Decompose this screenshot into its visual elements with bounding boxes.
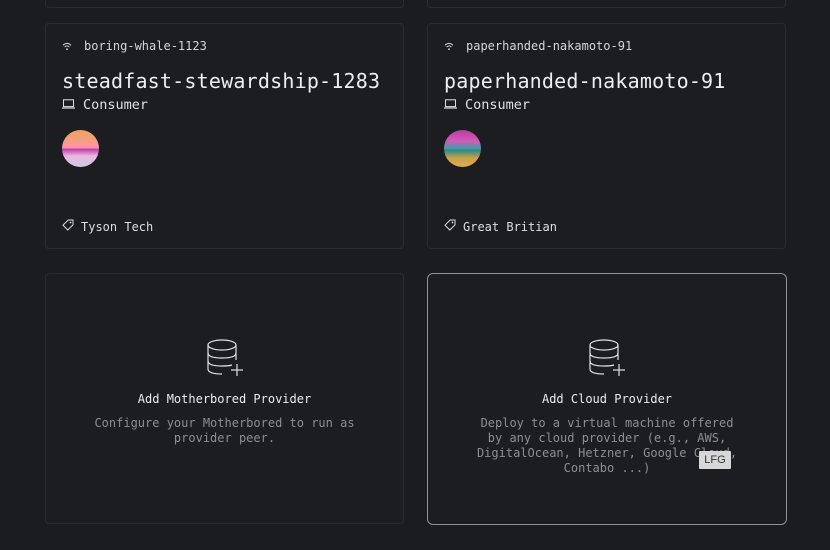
tooltip: LFG: [699, 451, 731, 469]
peer-name: boring-whale-1123: [84, 39, 207, 53]
tag-icon: [62, 219, 74, 234]
role-label: Consumer: [465, 97, 531, 113]
tag-label: Tyson Tech: [81, 219, 154, 234]
role-row: Consumer: [444, 97, 530, 113]
peer-row: boring-whale-1123: [62, 39, 207, 53]
database-plus-icon: [587, 338, 627, 382]
peer-name: paperhanded-nakamoto-91: [466, 39, 633, 53]
add-provider-title: Add Motherbored Provider: [137, 392, 312, 406]
add-provider-description: Configure your Motherbored to run as pro…: [94, 416, 355, 445]
node-card[interactable]: paperhanded-nakamoto-91 paperhanded-naka…: [427, 23, 786, 249]
previous-card-edge: [45, 0, 404, 8]
laptop-icon: [62, 97, 75, 113]
tag-icon: [444, 219, 456, 234]
tag-label: Great Britian: [463, 219, 557, 234]
node-card[interactable]: boring-whale-1123 steadfast-stewardship-…: [45, 23, 404, 249]
laptop-icon: [444, 97, 457, 113]
previous-card-edge: [427, 0, 786, 8]
tag-row: Tyson Tech: [62, 219, 153, 234]
avatar: [444, 130, 481, 167]
add-cloud-provider-card[interactable]: Add Cloud Provider Deploy to a virtual m…: [427, 273, 787, 525]
database-plus-icon: [205, 338, 245, 382]
tag-row: Great Britian: [444, 219, 557, 234]
wifi-icon: [62, 42, 72, 51]
avatar: [62, 130, 99, 167]
wifi-icon: [444, 42, 454, 51]
role-row: Consumer: [62, 97, 148, 113]
add-motherbored-provider-card[interactable]: Add Motherbored Provider Configure your …: [45, 273, 404, 524]
peer-row: paperhanded-nakamoto-91: [444, 39, 632, 53]
role-label: Consumer: [83, 97, 149, 113]
node-title: steadfast-stewardship-1283: [62, 69, 381, 93]
node-title: paperhanded-nakamoto-91: [444, 69, 726, 93]
add-provider-title: Add Cloud Provider: [541, 392, 673, 406]
